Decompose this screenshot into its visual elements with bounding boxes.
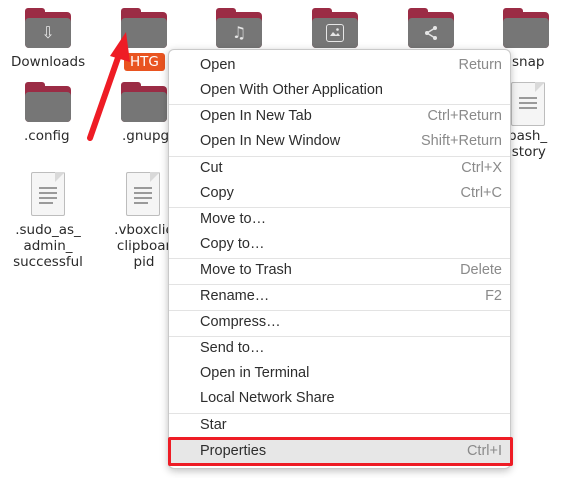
menu-item-label: Copy xyxy=(200,185,234,201)
menu-item-label: Open With Other Application xyxy=(200,82,383,98)
menu-item-shortcut: Ctrl+Return xyxy=(427,108,502,124)
menu-item-star[interactable]: Star xyxy=(169,414,510,439)
menu-item-cut[interactable]: Cut Ctrl+X xyxy=(169,157,510,182)
menu-item-send-to[interactable]: Send to… xyxy=(169,337,510,362)
menu-item-copy[interactable]: Copy Ctrl+C xyxy=(169,182,510,207)
share-icon xyxy=(422,24,440,42)
menu-item-shortcut: Ctrl+C xyxy=(460,185,503,201)
menu-item-rename[interactable]: Rename… F2 xyxy=(169,285,510,310)
menu-item-label: Move to… xyxy=(200,211,267,227)
music-icon: ♫ xyxy=(231,23,247,42)
folder-label-snap[interactable]: snap xyxy=(512,54,544,70)
public-folder-icon[interactable] xyxy=(408,8,454,48)
file-icon[interactable] xyxy=(31,172,65,216)
menu-item-compress[interactable]: Compress… xyxy=(169,311,510,336)
menu-item-shortcut: Return xyxy=(458,57,502,73)
menu-item-label: Local Network Share xyxy=(200,390,335,406)
menu-item-shortcut: Delete xyxy=(460,262,502,278)
file-icon[interactable] xyxy=(511,82,545,126)
pictures-folder-icon[interactable] xyxy=(312,8,358,48)
menu-item-open-new-tab[interactable]: Open In New Tab Ctrl+Return xyxy=(169,105,510,130)
file-label-sudo[interactable]: .sudo_as_ admin_ successful xyxy=(10,222,86,270)
menu-item-label: Open In New Tab xyxy=(200,108,312,124)
download-icon: ⇩ xyxy=(41,23,55,42)
menu-item-label: Compress… xyxy=(200,314,281,330)
file-icon[interactable] xyxy=(126,172,160,216)
menu-item-label: Star xyxy=(200,417,227,433)
menu-item-open-in-terminal[interactable]: Open in Terminal xyxy=(169,362,510,387)
menu-item-shortcut: Ctrl+X xyxy=(461,160,502,176)
menu-item-shortcut: F2 xyxy=(485,288,502,304)
menu-item-label: Open xyxy=(200,57,236,73)
context-menu: Open Return Open With Other Application … xyxy=(168,49,511,469)
menu-item-local-network-share[interactable]: Local Network Share xyxy=(169,387,510,412)
menu-item-label: Copy to… xyxy=(200,236,265,252)
menu-item-open-new-window[interactable]: Open In New Window Shift+Return xyxy=(169,130,510,155)
annotation-highlight-box xyxy=(168,437,513,466)
menu-item-open[interactable]: Open Return xyxy=(169,54,510,79)
folder-label-downloads[interactable]: Downloads xyxy=(11,54,85,70)
menu-item-label: Cut xyxy=(200,160,223,176)
menu-item-open-with[interactable]: Open With Other Application xyxy=(169,79,510,104)
downloads-folder-icon[interactable]: ⇩ xyxy=(25,8,71,48)
menu-item-move-to[interactable]: Move to… xyxy=(169,208,510,233)
menu-item-label: Rename… xyxy=(200,288,270,304)
menu-item-label: Open In New Window xyxy=(200,133,341,149)
music-folder-icon[interactable]: ♫ xyxy=(216,8,262,48)
menu-item-label: Open in Terminal xyxy=(200,365,310,381)
image-icon xyxy=(326,24,344,42)
snap-folder-icon[interactable] xyxy=(503,8,549,48)
config-folder-icon[interactable] xyxy=(25,82,71,122)
menu-item-label: Move to Trash xyxy=(200,262,292,278)
file-label-bash-history[interactable]: bash_ istory xyxy=(508,128,547,160)
menu-item-copy-to[interactable]: Copy to… xyxy=(169,233,510,258)
menu-item-label: Send to… xyxy=(200,340,265,356)
menu-item-shortcut: Shift+Return xyxy=(420,133,502,149)
menu-item-move-to-trash[interactable]: Move to Trash Delete xyxy=(169,259,510,284)
annotation-arrow-icon xyxy=(87,32,130,141)
folder-label-config[interactable]: .config xyxy=(24,128,70,144)
